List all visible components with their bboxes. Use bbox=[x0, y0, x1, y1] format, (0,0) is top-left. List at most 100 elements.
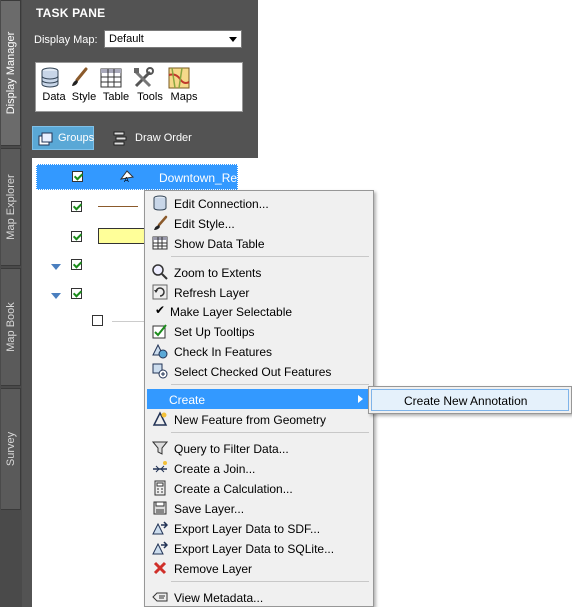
menu-item-query-to-filter[interactable]: Query to Filter Data... bbox=[147, 438, 371, 458]
menu-item-set-up-tooltips[interactable]: Set Up Tooltips bbox=[147, 321, 371, 341]
menu-item-create-join[interactable]: Create a Join... bbox=[147, 458, 371, 478]
metadata-icon bbox=[152, 589, 168, 605]
data-button-label: Data bbox=[42, 91, 66, 103]
menu-item-label: Remove Layer bbox=[174, 562, 253, 576]
menu-item-label: Show Data Table bbox=[174, 237, 265, 251]
database-icon bbox=[152, 195, 168, 211]
table-icon bbox=[100, 67, 132, 89]
map-icon bbox=[168, 67, 200, 89]
layer-visibility-checkbox[interactable] bbox=[72, 171, 83, 182]
check-in-icon bbox=[152, 343, 168, 359]
groups-view-button[interactable]: Groups bbox=[32, 126, 94, 150]
menu-item-edit-style[interactable]: Edit Style... bbox=[147, 213, 371, 233]
tab-map-book-label: Map Book bbox=[4, 302, 17, 352]
pane-title: TASK PANE bbox=[36, 6, 106, 20]
tab-map-explorer-label: Map Explorer bbox=[4, 174, 17, 240]
layer-visibility-checkbox[interactable] bbox=[71, 201, 82, 212]
menu-item-edit-connection[interactable]: Edit Connection... bbox=[147, 193, 371, 213]
layer-visibility-checkbox[interactable] bbox=[71, 259, 82, 270]
svg-text:A: A bbox=[124, 176, 129, 183]
maps-button-label: Maps bbox=[170, 91, 198, 103]
layer-name: Downtown_Re bbox=[159, 171, 238, 185]
menu-item-view-metadata[interactable]: View Metadata... bbox=[147, 587, 371, 607]
paintbrush-icon bbox=[152, 215, 168, 231]
filter-icon bbox=[152, 440, 168, 456]
menu-item-label: Save Layer... bbox=[174, 502, 245, 516]
tab-map-book[interactable]: Map Book bbox=[1, 268, 21, 386]
calculator-icon bbox=[152, 480, 168, 496]
groups-icon bbox=[38, 132, 53, 146]
area-style-swatch bbox=[98, 228, 146, 244]
layer-visibility-checkbox[interactable] bbox=[71, 231, 82, 242]
save-icon bbox=[152, 500, 168, 516]
menu-item-create[interactable]: Create bbox=[147, 389, 371, 409]
menu-item-label: Create a Calculation... bbox=[174, 482, 293, 496]
tab-survey[interactable]: Survey bbox=[1, 388, 21, 510]
groups-view-label: Groups bbox=[58, 132, 95, 144]
menu-item-label: Edit Style... bbox=[174, 217, 235, 231]
menu-item-label: Edit Connection... bbox=[174, 197, 269, 211]
tab-survey-label: Survey bbox=[4, 431, 17, 467]
menu-item-label: Create a Join... bbox=[174, 462, 256, 476]
layer-visibility-checkbox[interactable] bbox=[92, 315, 103, 326]
menu-item-refresh-layer[interactable]: Refresh Layer bbox=[147, 282, 371, 302]
data-button[interactable]: Data bbox=[40, 67, 68, 103]
menu-item-new-feature-from-geometry[interactable]: New Feature from Geometry bbox=[147, 409, 371, 429]
menu-item-label: Export Layer Data to SDF... bbox=[174, 522, 321, 536]
menu-item-create-new-annotation[interactable]: Create New Annotation bbox=[371, 389, 569, 411]
join-icon bbox=[152, 460, 168, 476]
menu-item-create-calculation[interactable]: Create a Calculation... bbox=[147, 478, 371, 498]
submenu-arrow-icon bbox=[358, 395, 363, 403]
export-icon bbox=[152, 520, 168, 536]
tooltip-checkbox-icon bbox=[152, 323, 168, 339]
line-style-swatch bbox=[98, 206, 138, 207]
display-map-select[interactable]: Default bbox=[104, 30, 242, 48]
expand-icon[interactable] bbox=[51, 293, 61, 299]
table-button-label: Table bbox=[102, 91, 130, 103]
menu-item-label: New Feature from Geometry bbox=[174, 413, 327, 427]
layer-visibility-checkbox[interactable] bbox=[71, 288, 82, 299]
side-tabs: Display Manager Map Explorer Map Book Su… bbox=[0, 0, 22, 607]
menu-item-select-checked-out[interactable]: Select Checked Out Features bbox=[147, 361, 371, 381]
menu-item-save-layer[interactable]: Save Layer... bbox=[147, 498, 371, 518]
menu-item-label: Create New Annotation bbox=[404, 394, 528, 408]
menu-item-show-data-table[interactable]: Show Data Table bbox=[147, 233, 371, 253]
layer-context-menu: Edit Connection... Edit Style... Show Da… bbox=[144, 190, 374, 607]
menu-item-label: Create bbox=[169, 393, 206, 407]
menu-item-label: Make Layer Selectable bbox=[170, 305, 293, 319]
select-features-icon bbox=[152, 363, 168, 379]
check-icon: ✔ bbox=[155, 303, 166, 317]
menu-item-label: Check In Features bbox=[174, 345, 273, 359]
tab-display-manager-label: Display Manager bbox=[4, 31, 17, 115]
layer-row[interactable]: A Downtown_Re bbox=[36, 164, 238, 190]
tab-display-manager[interactable]: Display Manager bbox=[1, 0, 21, 146]
menu-item-export-sqlite[interactable]: Export Layer Data to SQLite... bbox=[147, 538, 371, 558]
menu-item-label: View Metadata... bbox=[174, 591, 264, 605]
style-button[interactable]: Style bbox=[69, 67, 99, 103]
draw-order-label: Draw Order bbox=[135, 132, 192, 144]
menu-item-label: Zoom to Extents bbox=[174, 266, 262, 280]
menu-item-make-layer-selectable[interactable]: ✔ Make Layer Selectable bbox=[147, 301, 371, 321]
menu-separator bbox=[171, 432, 369, 433]
tab-map-explorer[interactable]: Map Explorer bbox=[1, 148, 21, 266]
menu-separator bbox=[171, 384, 369, 385]
chevron-down-icon bbox=[229, 37, 237, 42]
menu-item-label: Select Checked Out Features bbox=[174, 365, 332, 379]
maps-button[interactable]: Maps bbox=[168, 67, 200, 103]
menu-separator bbox=[171, 256, 369, 257]
tools-icon bbox=[133, 67, 167, 89]
draw-order-icon bbox=[113, 131, 127, 146]
tools-button-label: Tools bbox=[137, 91, 163, 103]
table-icon bbox=[152, 235, 168, 251]
database-icon bbox=[40, 67, 68, 89]
style-button-label: Style bbox=[71, 91, 97, 103]
menu-item-zoom-to-extents[interactable]: Zoom to Extents bbox=[147, 262, 371, 282]
display-manager-toolbar: Data Style Table Tools Maps bbox=[35, 62, 243, 112]
tools-button[interactable]: Tools bbox=[133, 67, 167, 103]
menu-item-export-sdf[interactable]: Export Layer Data to SDF... bbox=[147, 518, 371, 538]
menu-item-check-in-features[interactable]: Check In Features bbox=[147, 341, 371, 361]
paintbrush-icon bbox=[69, 67, 99, 89]
table-button[interactable]: Table bbox=[100, 67, 132, 103]
menu-item-remove-layer[interactable]: Remove Layer bbox=[147, 558, 371, 578]
expand-icon[interactable] bbox=[51, 264, 61, 270]
